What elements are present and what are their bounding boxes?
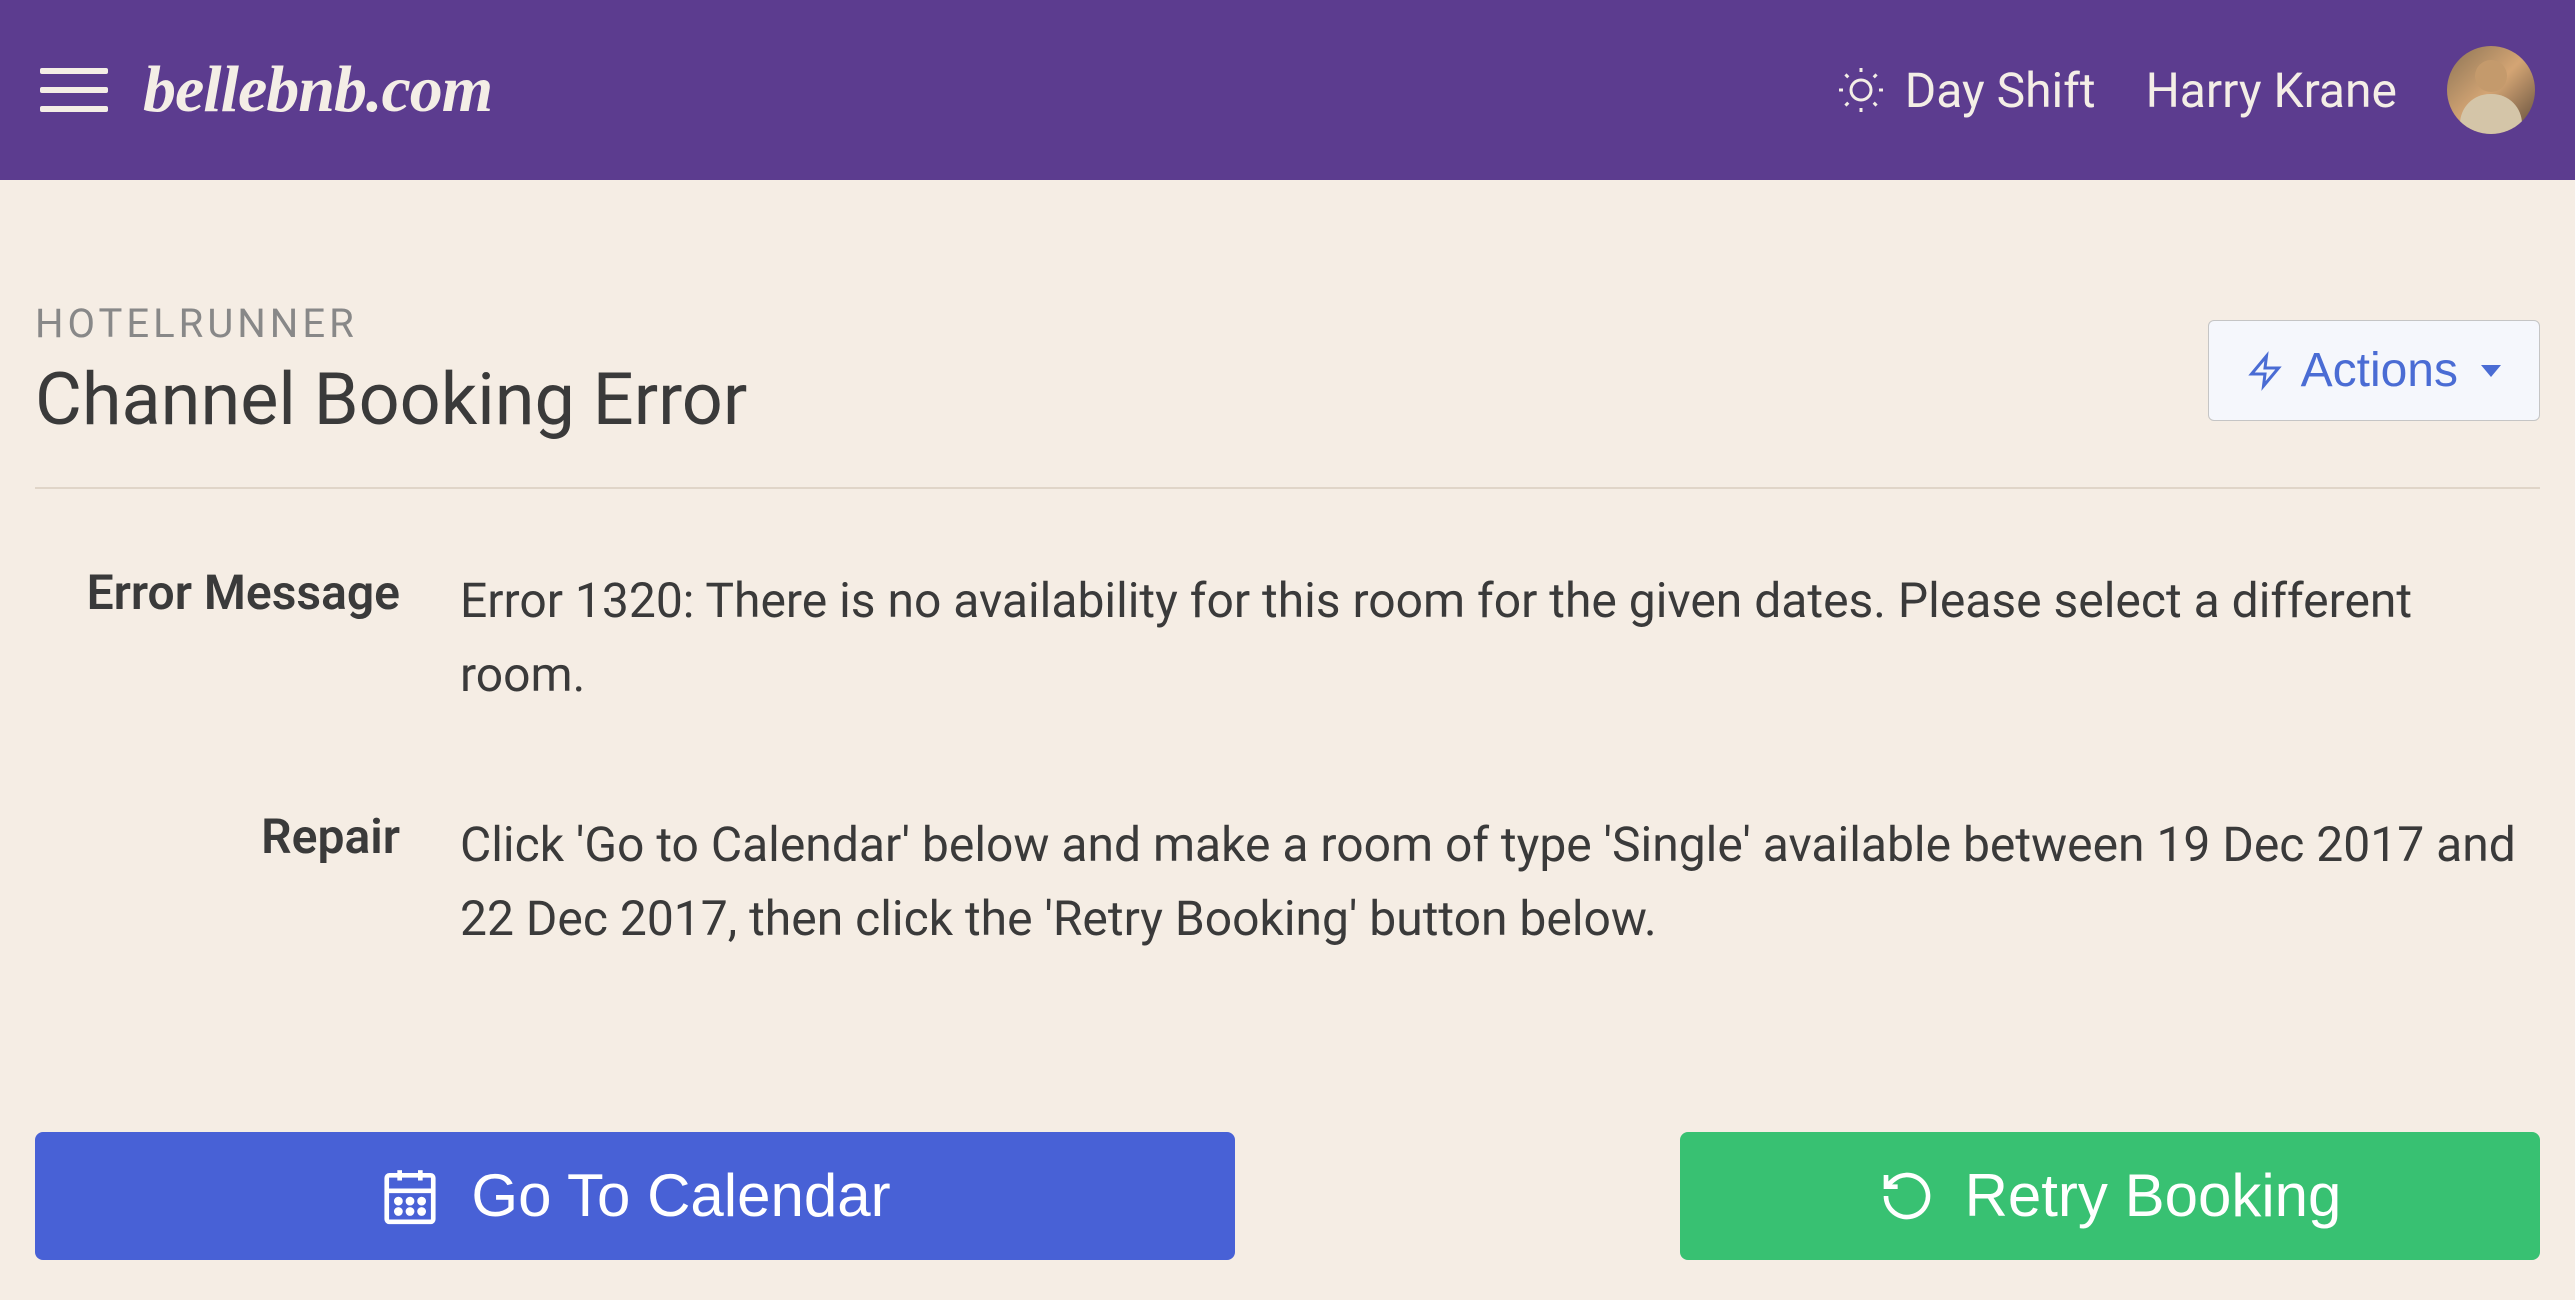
go-to-calendar-button[interactable]: Go To Calendar bbox=[35, 1132, 1235, 1260]
page-header: HOTELRUNNER Channel Booking Error Action… bbox=[35, 300, 2540, 489]
calendar-icon bbox=[379, 1165, 441, 1227]
error-message-label: Error Message bbox=[35, 564, 460, 713]
page-eyebrow: HOTELRUNNER bbox=[35, 300, 747, 347]
retry-icon bbox=[1879, 1168, 1935, 1224]
app-header: bellebnb.com Day Shift Harry Krane bbox=[0, 0, 2575, 180]
action-button-row: Go To Calendar Retry Booking bbox=[35, 1132, 2540, 1260]
actions-dropdown-button[interactable]: Actions bbox=[2208, 320, 2540, 421]
app-logo[interactable]: bellebnb.com bbox=[143, 52, 492, 128]
sun-icon bbox=[1837, 66, 1885, 114]
shift-indicator[interactable]: Day Shift bbox=[1837, 62, 2096, 119]
avatar[interactable] bbox=[2447, 46, 2535, 134]
retry-booking-label: Retry Booking bbox=[1965, 1161, 2342, 1230]
user-name[interactable]: Harry Krane bbox=[2146, 62, 2397, 119]
repair-value: Click 'Go to Calendar' below and make a … bbox=[460, 808, 2540, 957]
error-message-value: Error 1320: There is no availability for… bbox=[460, 564, 2540, 713]
shift-label: Day Shift bbox=[1905, 62, 2096, 119]
error-message-row: Error Message Error 1320: There is no av… bbox=[35, 564, 2540, 713]
go-to-calendar-label: Go To Calendar bbox=[471, 1161, 890, 1230]
chevron-down-icon bbox=[2481, 365, 2501, 377]
header-left: bellebnb.com bbox=[40, 52, 492, 128]
actions-label: Actions bbox=[2301, 343, 2458, 398]
retry-booking-button[interactable]: Retry Booking bbox=[1680, 1132, 2540, 1260]
hamburger-menu-button[interactable] bbox=[40, 68, 108, 112]
title-area: HOTELRUNNER Channel Booking Error bbox=[35, 300, 747, 442]
header-right: Day Shift Harry Krane bbox=[1837, 46, 2535, 134]
page-content: HOTELRUNNER Channel Booking Error Action… bbox=[0, 180, 2575, 1300]
repair-label: Repair bbox=[35, 808, 460, 957]
lightning-icon bbox=[2247, 349, 2283, 393]
repair-row: Repair Click 'Go to Calendar' below and … bbox=[35, 808, 2540, 957]
page-title: Channel Booking Error bbox=[35, 357, 747, 442]
